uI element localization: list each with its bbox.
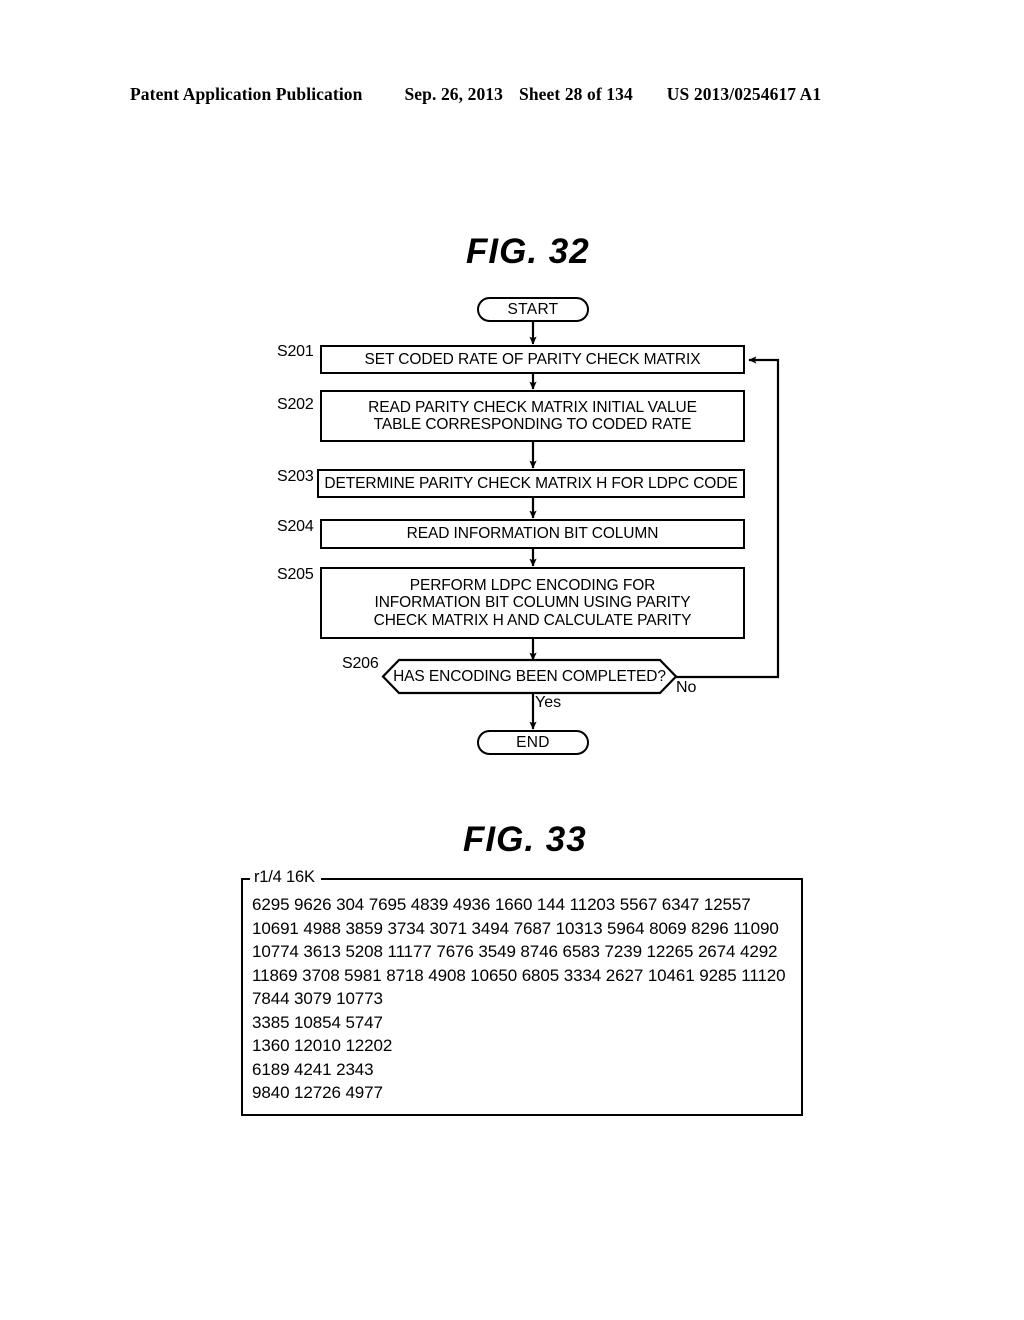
table-rate-label: r1/4 16K [250,869,321,886]
table-row: 6295 9626 304 7695 4839 4936 1660 144 11… [252,895,751,914]
step-label-s205: S205 [277,566,314,583]
table-row: 11869 3708 5981 8718 4908 10650 6805 333… [252,965,786,985]
step-label-s203: S203 [277,468,314,485]
step-label-s202: S202 [277,396,314,413]
step-label-s204: S204 [277,518,314,535]
table-row: 10691 4988 3859 3734 3071 3494 7687 1031… [252,918,779,938]
flow-node-s204: READ INFORMATION BIT COLUMN [320,519,745,549]
flow-node-s202: READ PARITY CHECK MATRIX INITIAL VALUE T… [320,390,745,442]
table-row: 3385 10854 5747 [252,1012,383,1032]
flow-node-start: START [477,297,589,322]
edge-label-no: No [676,679,697,696]
step-label-s201: S201 [277,343,314,360]
decision-node-s206 [381,658,678,695]
table-row: 1360 12010 12202 [252,1036,393,1055]
edge-label-yes: Yes [535,694,562,711]
table-row: 9840 12726 4977 [252,1083,383,1102]
flow-node-s205: PERFORM LDPC ENCODING FOR INFORMATION BI… [320,567,745,639]
table-row: 10774 3613 5208 11177 7676 3549 8746 658… [252,942,778,961]
flow-node-s201: SET CODED RATE OF PARITY CHECK MATRIX [320,345,745,374]
table-rows-container: 6295 9626 304 7695 4839 4936 1660 144 11… [252,893,797,1105]
flow-node-end: END [477,730,589,755]
table-row: 7844 3079 10773 [252,989,383,1008]
figure-33-title: FIG. 33 [463,820,587,859]
table-row: 6189 4241 2343 [252,1059,374,1079]
step-label-s206: S206 [342,655,379,672]
flow-node-s203: DETERMINE PARITY CHECK MATRIX H FOR LDPC… [317,469,745,498]
